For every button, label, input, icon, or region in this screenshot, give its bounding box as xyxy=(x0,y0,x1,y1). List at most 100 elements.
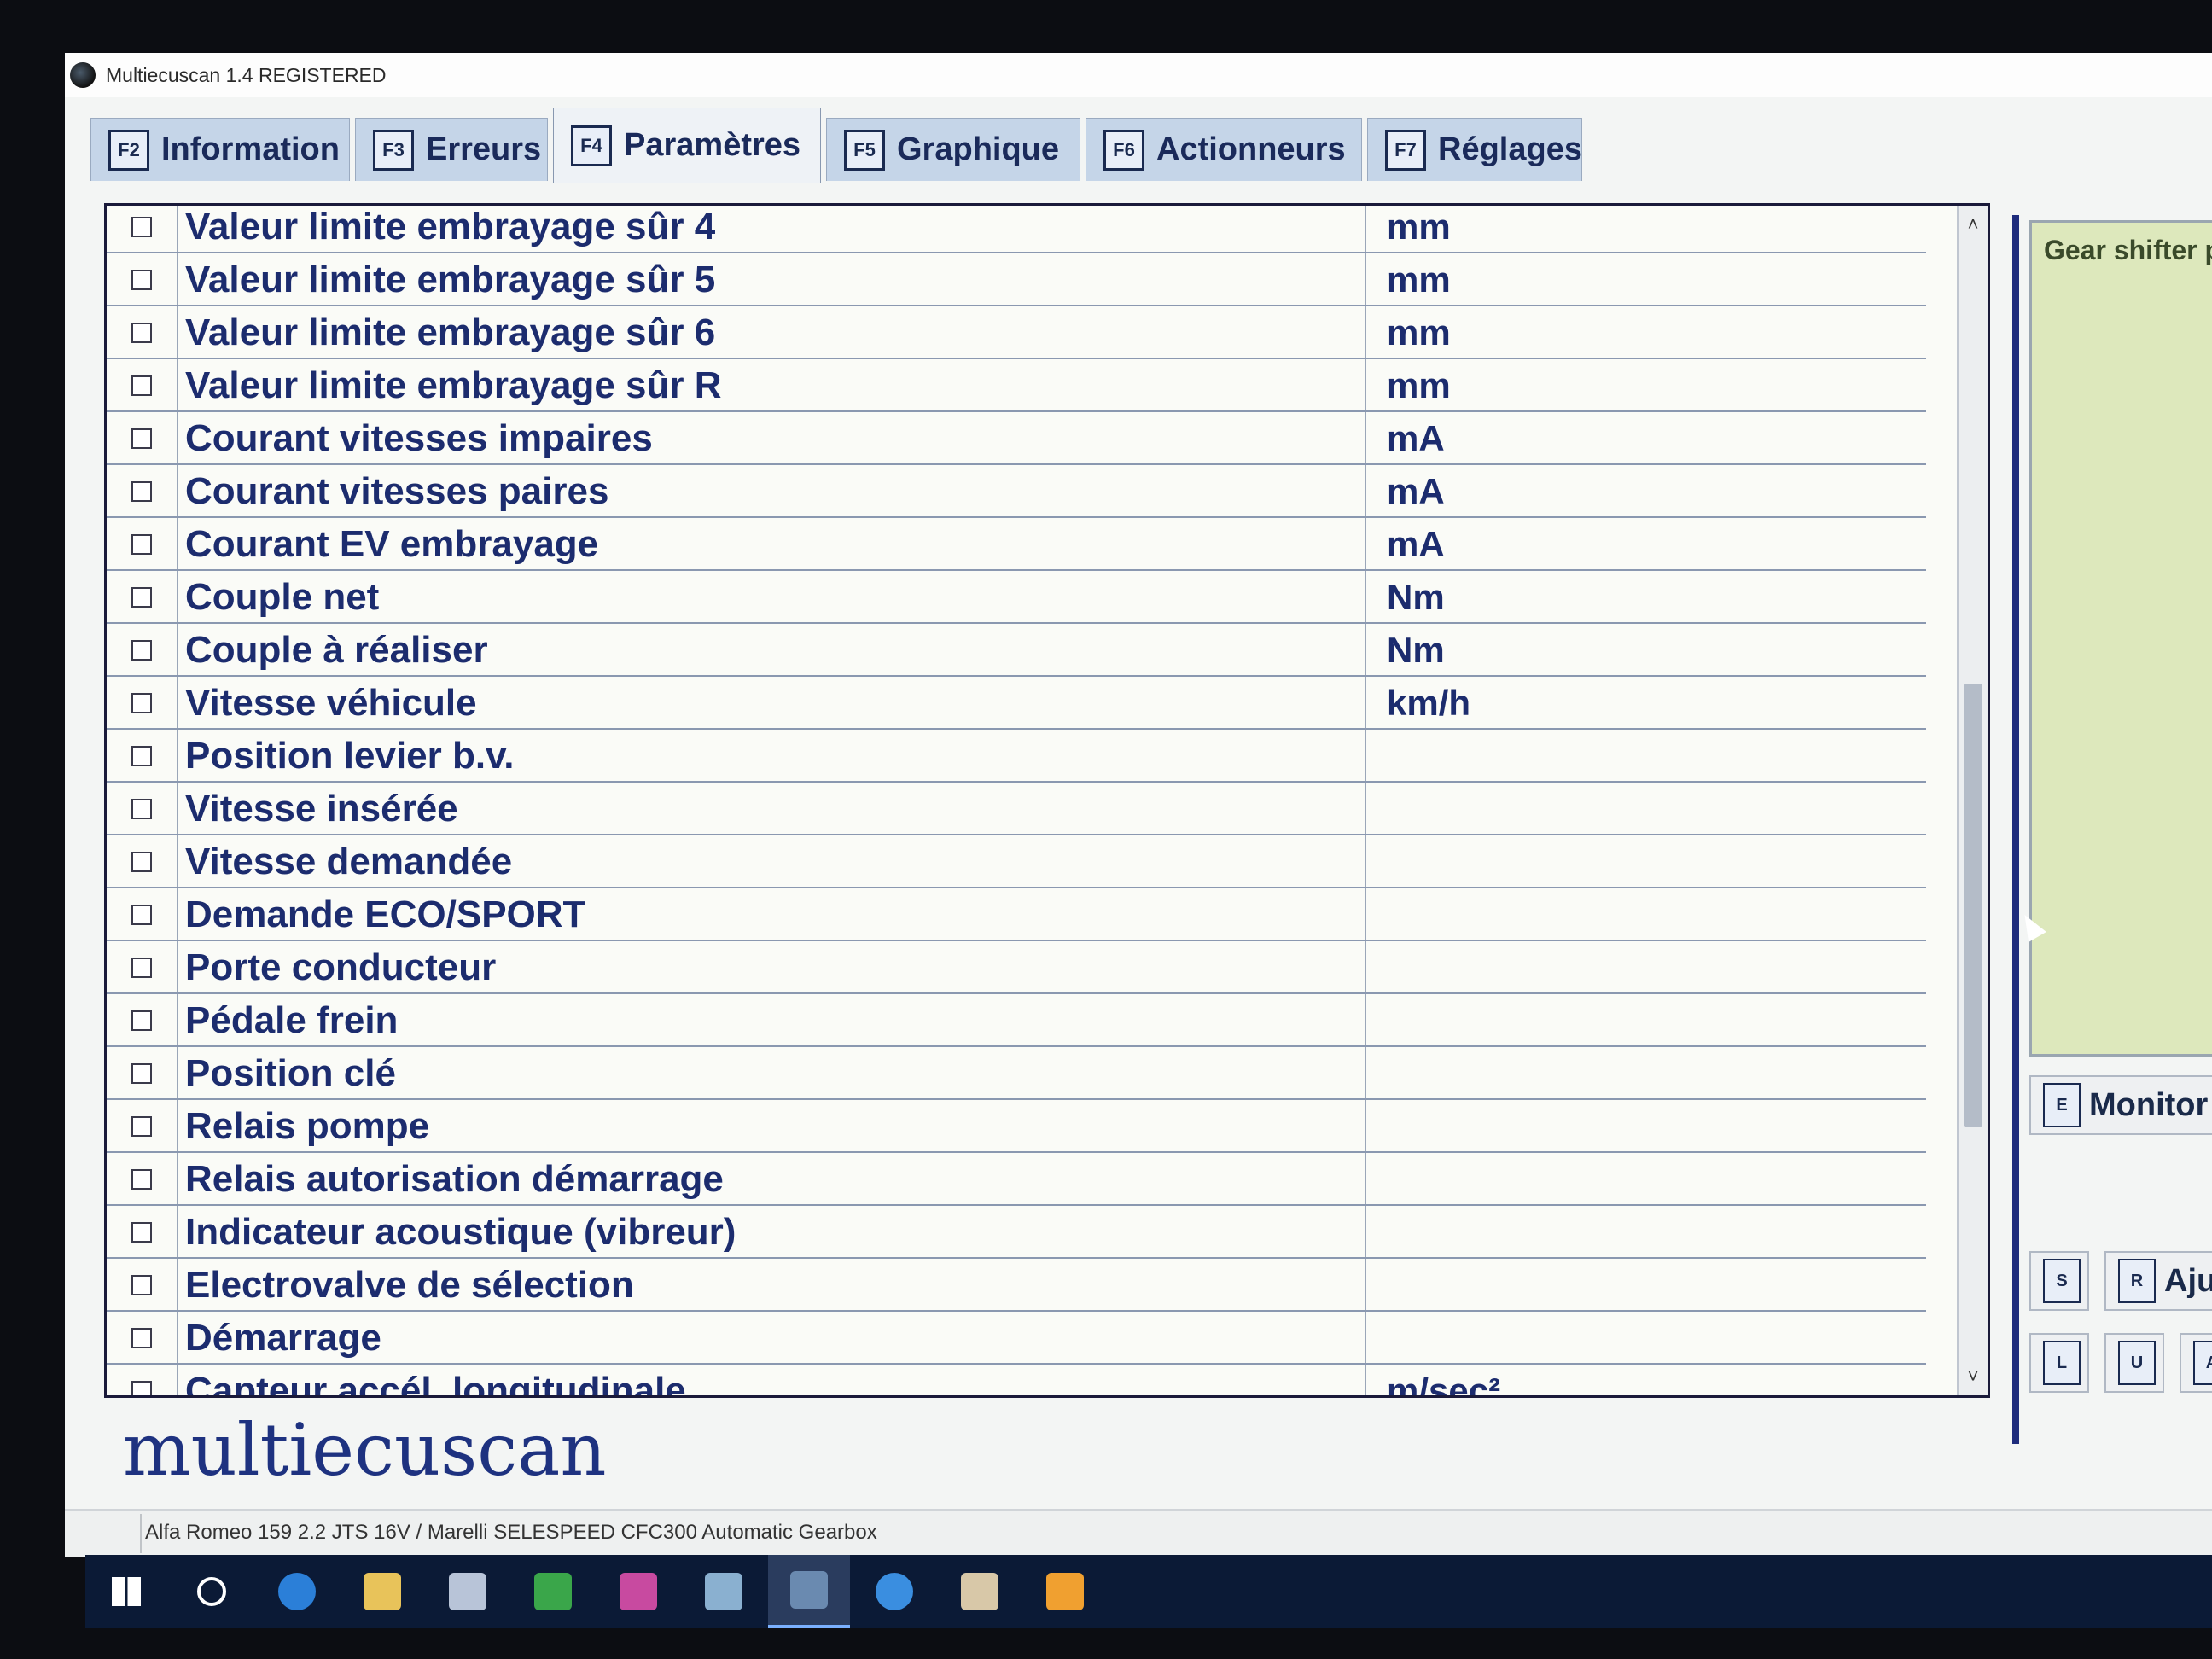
l-button[interactable]: L xyxy=(2029,1333,2089,1393)
column-separator xyxy=(1365,1047,1366,1100)
a-button[interactable]: A xyxy=(2180,1333,2212,1393)
r-key: R xyxy=(2118,1259,2156,1303)
parameter-row[interactable]: Couple net Nm xyxy=(107,571,1988,624)
parameter-row[interactable]: Relais pompe xyxy=(107,1100,1988,1153)
scroll-down-arrow-icon[interactable]: ˅ xyxy=(1959,1361,1988,1392)
column-separator xyxy=(1365,888,1366,941)
column-separator xyxy=(1365,1206,1366,1259)
internet-explorer-icon xyxy=(876,1573,913,1610)
parameter-checkbox[interactable] xyxy=(131,746,152,766)
parameter-checkbox[interactable] xyxy=(131,640,152,661)
parameter-checkbox[interactable] xyxy=(131,905,152,925)
parameter-checkbox[interactable] xyxy=(131,958,152,978)
taskbar-button[interactable] xyxy=(597,1555,679,1628)
scroll-thumb[interactable] xyxy=(1964,684,1982,1127)
parameter-unit: mm xyxy=(1387,207,1451,247)
tab-f4[interactable]: F4 Paramètres xyxy=(553,108,821,183)
parameter-name: Couple à réaliser xyxy=(185,629,488,671)
parameter-row[interactable]: Porte conducteur xyxy=(107,941,1988,994)
parameter-checkbox[interactable] xyxy=(131,852,152,872)
parameter-checkbox[interactable] xyxy=(131,1275,152,1295)
taskbar-button[interactable] xyxy=(171,1555,253,1628)
column-separator xyxy=(1365,206,1366,253)
vehicle-status-text: Alfa Romeo 159 2.2 JTS 16V / Marelli SEL… xyxy=(145,1521,877,1544)
photo-app-icon xyxy=(620,1573,657,1610)
parameter-checkbox[interactable] xyxy=(131,693,152,713)
parameter-checkbox[interactable] xyxy=(131,587,152,608)
parameter-checkbox[interactable] xyxy=(131,1169,152,1190)
taskbar-button[interactable] xyxy=(853,1555,935,1628)
u-button[interactable]: U xyxy=(2104,1333,2164,1393)
parameter-checkbox[interactable] xyxy=(131,481,152,502)
parameter-checkbox[interactable] xyxy=(131,428,152,449)
column-separator xyxy=(1365,677,1366,730)
parameter-row[interactable]: Couple à réaliser Nm xyxy=(107,624,1988,677)
parameter-checkbox[interactable] xyxy=(131,534,152,555)
parameter-row[interactable]: Courant EV embrayage mA xyxy=(107,518,1988,571)
parameter-checkbox[interactable] xyxy=(131,1063,152,1084)
monitor-button[interactable]: E Monitor xyxy=(2029,1075,2212,1135)
parameter-checkbox[interactable] xyxy=(131,323,152,343)
parameter-row[interactable]: Valeur limite embrayage sûr 5 mm xyxy=(107,253,1988,306)
scroll-up-arrow-icon[interactable]: ˄ xyxy=(1959,209,1988,240)
tab-f6[interactable]: F6 Actionneurs xyxy=(1086,118,1362,181)
parameter-checkbox[interactable] xyxy=(131,270,152,290)
parameter-row[interactable]: Vitesse insérée xyxy=(107,783,1988,835)
vertical-scrollbar[interactable]: ˄ ˅ xyxy=(1957,206,1988,1395)
tab-key-f5: F5 xyxy=(844,129,885,171)
parameter-checkbox[interactable] xyxy=(131,1328,152,1348)
parameter-row[interactable]: Vitesse véhicule km/h xyxy=(107,677,1988,730)
taskbar-button[interactable] xyxy=(512,1555,594,1628)
a-key: A xyxy=(2193,1341,2212,1385)
parameter-row[interactable]: Courant vitesses impaires mA xyxy=(107,412,1988,465)
parameter-unit: m/sec² xyxy=(1387,1371,1501,1398)
parameter-row[interactable]: Relais autorisation démarrage xyxy=(107,1153,1988,1206)
parameter-row[interactable]: Valeur limite embrayage sûr 4 mm xyxy=(107,206,1988,253)
parameter-row[interactable]: Pédale frein xyxy=(107,994,1988,1047)
parameter-row[interactable]: Courant vitesses paires mA xyxy=(107,465,1988,518)
parameter-checkbox[interactable] xyxy=(131,1010,152,1031)
taskbar-button[interactable] xyxy=(341,1555,423,1628)
panel-divider xyxy=(2012,215,2019,1444)
taskbar-button[interactable] xyxy=(1024,1555,1106,1628)
taskbar-button[interactable] xyxy=(85,1555,167,1628)
parameter-row[interactable]: Electrovalve de sélection xyxy=(107,1259,1988,1312)
tab-f5[interactable]: F5 Graphique xyxy=(826,118,1080,181)
tab-f7[interactable]: F7 Réglages xyxy=(1367,118,1582,181)
parameter-row[interactable]: Démarrage xyxy=(107,1312,1988,1365)
tab-f3[interactable]: F3 Erreurs xyxy=(355,118,548,181)
parameter-row[interactable]: Indicateur acoustique (vibreur) xyxy=(107,1206,1988,1259)
parameter-checkbox[interactable] xyxy=(131,1222,152,1243)
parameter-row[interactable]: Demande ECO/SPORT xyxy=(107,888,1988,941)
parameter-checkbox[interactable] xyxy=(131,799,152,819)
parameter-checkbox[interactable] xyxy=(131,1381,152,1395)
checkbox-cell xyxy=(107,306,178,359)
taskbar-button[interactable] xyxy=(768,1555,850,1628)
parameter-name: Valeur limite embrayage sûr R xyxy=(185,364,722,406)
checkbox-cell xyxy=(107,412,178,465)
parameter-row[interactable]: Position clé xyxy=(107,1047,1988,1100)
parameter-checkbox[interactable] xyxy=(131,1116,152,1137)
parameter-row[interactable]: Valeur limite embrayage sûr 6 mm xyxy=(107,306,1988,359)
parameter-checkbox[interactable] xyxy=(131,217,152,237)
u-key: U xyxy=(2118,1341,2156,1385)
parameter-name: Courant EV embrayage xyxy=(185,523,599,565)
checkbox-cell xyxy=(107,206,178,253)
tab-f2[interactable]: F2 Information xyxy=(90,118,350,181)
taskbar-button[interactable] xyxy=(256,1555,338,1628)
taskbar-button[interactable] xyxy=(427,1555,509,1628)
parameter-checkbox[interactable] xyxy=(131,375,152,396)
parameter-row[interactable]: Position levier b.v. xyxy=(107,730,1988,783)
s-button[interactable]: S xyxy=(2029,1251,2089,1311)
taskbar-button[interactable] xyxy=(939,1555,1021,1628)
taskbar-button[interactable] xyxy=(683,1555,765,1628)
parameter-row[interactable]: Capteur accél. longitudinale m/sec² xyxy=(107,1365,1988,1398)
parameter-unit: mm xyxy=(1387,312,1451,352)
app-logo-icon xyxy=(70,62,96,88)
parameter-name: Courant vitesses impaires xyxy=(185,417,653,459)
aju-button[interactable]: R Aju xyxy=(2104,1251,2212,1311)
column-separator xyxy=(1365,518,1366,571)
parameter-row[interactable]: Vitesse demandée xyxy=(107,835,1988,888)
parameter-row[interactable]: Valeur limite embrayage sûr R mm xyxy=(107,359,1988,412)
column-separator xyxy=(1365,730,1366,783)
